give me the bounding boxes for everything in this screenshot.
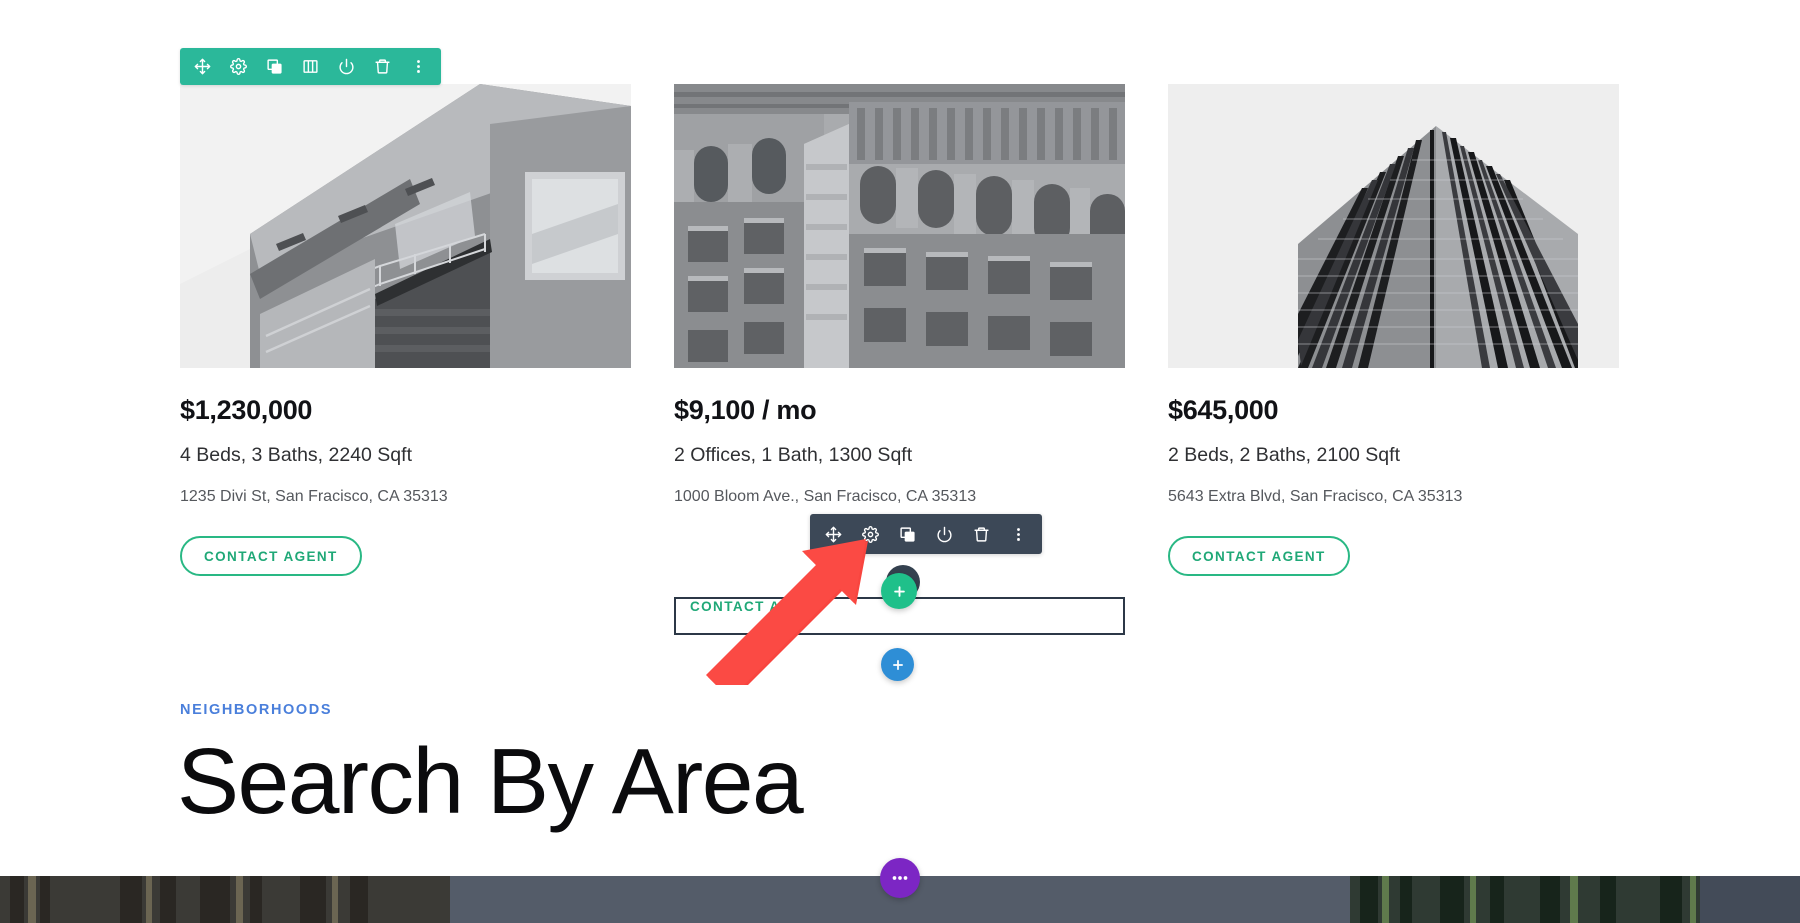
module-toolbar[interactable] bbox=[810, 514, 1042, 554]
duplicate-icon[interactable] bbox=[265, 57, 284, 76]
gear-icon[interactable] bbox=[229, 57, 248, 76]
contact-agent-button[interactable]: CONTACT AGENT bbox=[1168, 535, 1350, 577]
power-icon[interactable] bbox=[935, 525, 954, 544]
kebab-menu-icon[interactable] bbox=[1009, 525, 1028, 544]
listing-photo-skyscraper bbox=[1168, 84, 1619, 368]
power-icon[interactable] bbox=[337, 57, 356, 76]
contact-agent-module: CONTACT AGENT bbox=[1168, 506, 1619, 577]
listing-card: $9,100 / mo 2 Offices, 1 Bath, 1300 Sqft… bbox=[674, 84, 1125, 635]
row-toolbar[interactable] bbox=[180, 48, 441, 85]
section-eyebrow: NEIGHBORHOODS bbox=[180, 702, 333, 718]
add-row-button[interactable] bbox=[881, 648, 914, 681]
listing-card: $645,000 2 Beds, 2 Baths, 2100 Sqft 5643… bbox=[1168, 84, 1619, 577]
section-heading: Search By Area bbox=[177, 729, 804, 833]
listing-photo-modern-house bbox=[180, 84, 631, 368]
trash-icon[interactable] bbox=[972, 525, 991, 544]
move-icon[interactable] bbox=[824, 525, 843, 544]
page-settings-button[interactable] bbox=[880, 858, 920, 898]
listing-grid: $1,230,000 4 Beds, 3 Baths, 2240 Sqft 12… bbox=[180, 84, 1620, 635]
listing-specs: 4 Beds, 3 Baths, 2240 Sqft bbox=[180, 443, 412, 466]
listing-specs: 2 Offices, 1 Bath, 1300 Sqft bbox=[674, 443, 913, 466]
kebab-menu-icon[interactable] bbox=[409, 57, 428, 76]
listing-photo-classical-building bbox=[674, 84, 1125, 368]
listing-price: $9,100 / mo bbox=[674, 395, 817, 425]
gear-icon[interactable] bbox=[861, 525, 880, 544]
duplicate-icon[interactable] bbox=[898, 525, 917, 544]
columns-icon[interactable] bbox=[301, 57, 320, 76]
move-icon[interactable] bbox=[193, 57, 212, 76]
listing-address: 1235 Divi St, San Fracisco, CA 35313 bbox=[180, 487, 448, 505]
listing-address: 5643 Extra Blvd, San Fracisco, CA 35313 bbox=[1168, 487, 1463, 505]
listing-specs: 2 Beds, 2 Baths, 2100 Sqft bbox=[1168, 443, 1400, 466]
listing-address: 1000 Bloom Ave., San Fracisco, CA 35313 bbox=[674, 487, 977, 505]
contact-agent-module: CONTACT AGENT bbox=[180, 506, 631, 577]
listing-price: $645,000 bbox=[1168, 395, 1279, 425]
trash-icon[interactable] bbox=[373, 57, 392, 76]
listing-price: $1,230,000 bbox=[180, 395, 313, 425]
add-module-button[interactable] bbox=[881, 573, 917, 609]
listing-card: $1,230,000 4 Beds, 3 Baths, 2240 Sqft 12… bbox=[180, 84, 631, 577]
page-canvas: $1,230,000 4 Beds, 3 Baths, 2240 Sqft 12… bbox=[0, 0, 1800, 923]
contact-agent-button[interactable]: CONTACT AGENT bbox=[180, 535, 362, 577]
contact-agent-button[interactable]: CONTACT AGENT bbox=[676, 588, 846, 625]
